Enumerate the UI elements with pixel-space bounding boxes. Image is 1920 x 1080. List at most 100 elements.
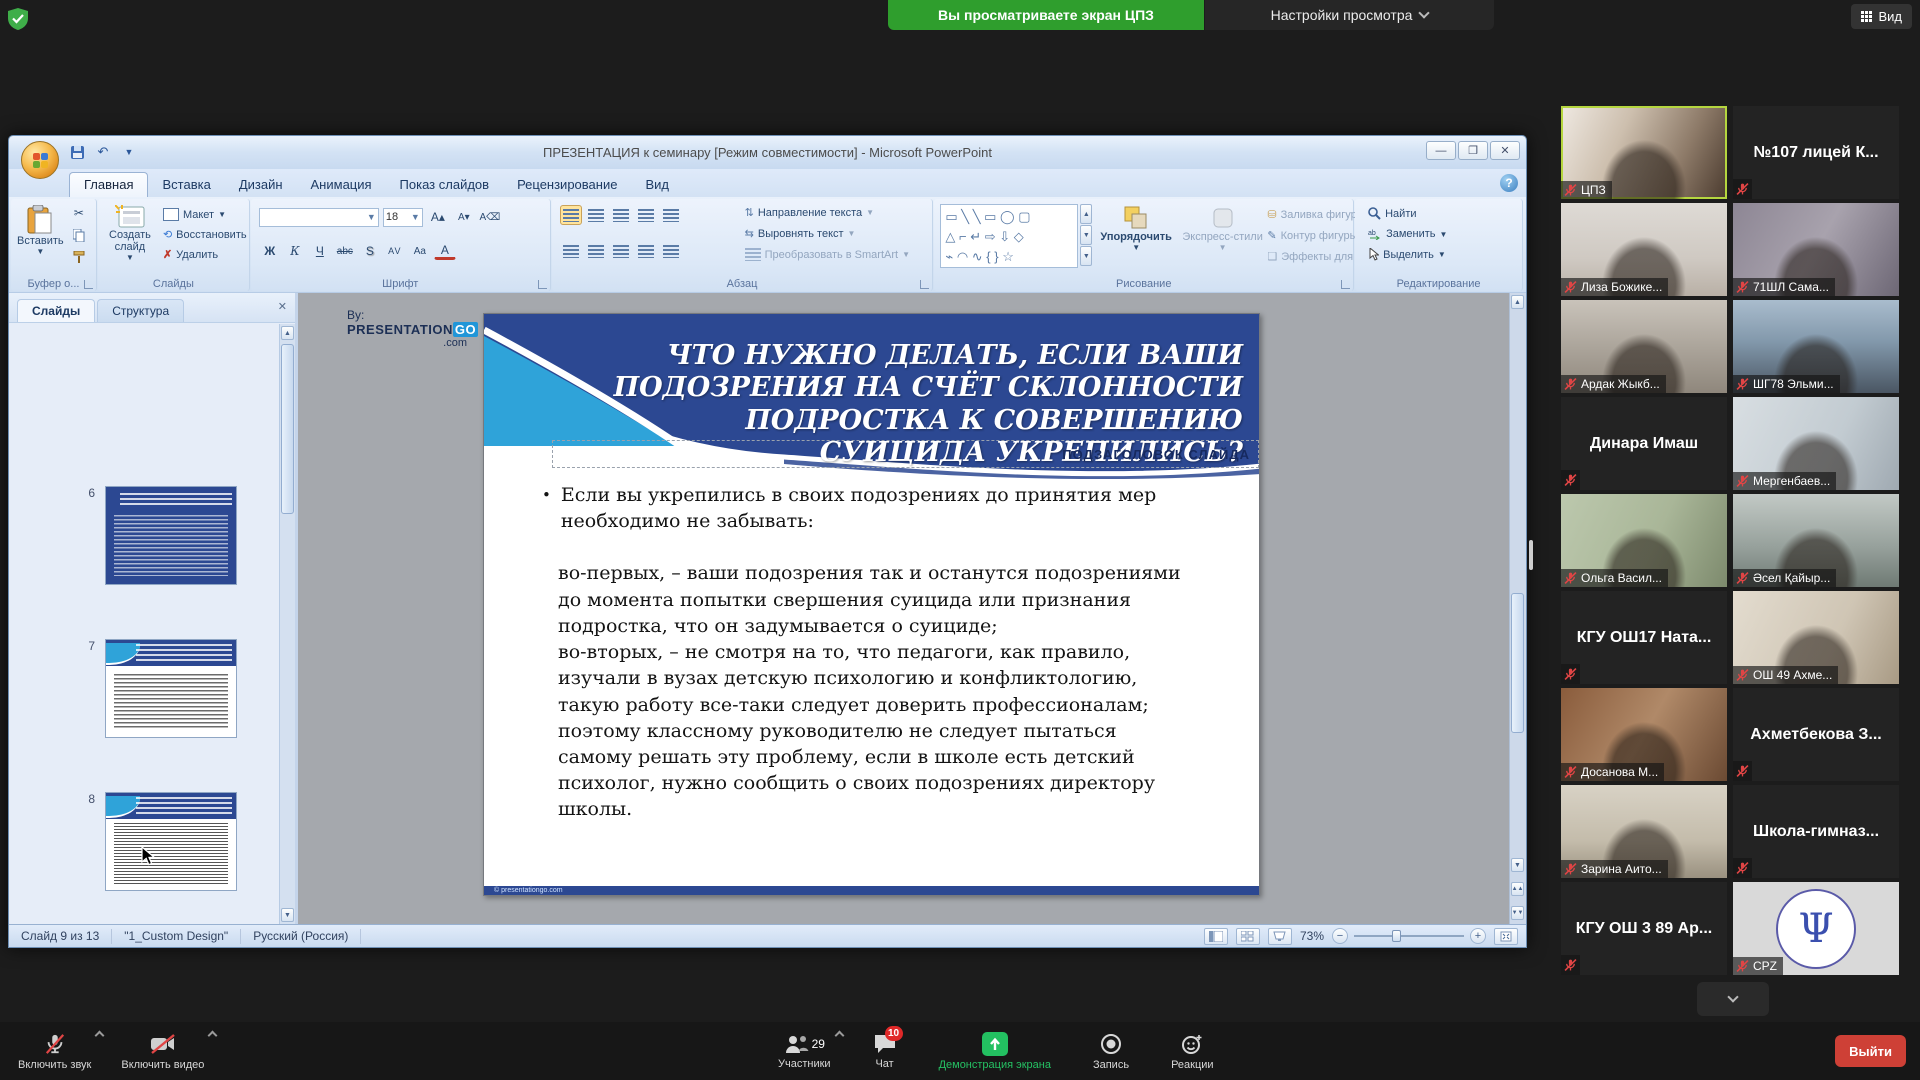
decrease-indent-button[interactable] bbox=[610, 205, 632, 225]
participant-tile[interactable]: Динара Имаш bbox=[1561, 397, 1727, 490]
font-dialog-launcher[interactable] bbox=[538, 280, 547, 289]
slide-thumbnail-7[interactable] bbox=[105, 639, 237, 738]
view-button[interactable]: Вид bbox=[1851, 4, 1912, 29]
participant-tile[interactable]: Мергенбаев... bbox=[1733, 397, 1899, 490]
participant-tile[interactable]: Лиза Божике... bbox=[1561, 203, 1727, 296]
panel-resize-handle[interactable] bbox=[1529, 540, 1533, 570]
find-button[interactable]: Найти bbox=[1365, 206, 1450, 221]
undo-button[interactable]: ↶ bbox=[93, 142, 113, 162]
slide-canvas[interactable]: ЧТО НУЖНО ДЕЛАТЬ, ЕСЛИ ВАШИ ПОДОЗРЕНИЯ Н… bbox=[483, 313, 1260, 896]
tab-pokaz-slaydov[interactable]: Показ слайдов bbox=[386, 173, 504, 197]
layout-button[interactable]: Макет▼ bbox=[160, 207, 250, 222]
scrollbar-thumb[interactable] bbox=[1511, 593, 1524, 733]
participant-tile[interactable]: Ахметбекова З... bbox=[1733, 688, 1899, 781]
tab-outline-pane[interactable]: Структура bbox=[97, 299, 184, 322]
font-name-combo[interactable]: ▼ bbox=[259, 208, 379, 227]
drawing-dialog-launcher[interactable] bbox=[1341, 280, 1350, 289]
line-spacing-button[interactable] bbox=[660, 205, 682, 225]
qat-customize-button[interactable]: ▼ bbox=[119, 142, 139, 162]
replace-button[interactable]: ab Заменить▼ bbox=[1365, 227, 1450, 241]
increase-indent-button[interactable] bbox=[635, 205, 657, 225]
zoom-out-icon[interactable]: − bbox=[1332, 928, 1348, 944]
quick-styles-button[interactable]: Экспресс-стили ▼ bbox=[1182, 205, 1262, 252]
slide-sorter-button[interactable] bbox=[1236, 928, 1260, 945]
record-button[interactable]: Запись bbox=[1085, 1022, 1137, 1080]
audio-options-chevron[interactable] bbox=[95, 1031, 105, 1041]
restore-button[interactable]: ❐ bbox=[1458, 141, 1488, 160]
align-right-button[interactable] bbox=[610, 241, 632, 261]
next-slide-button[interactable]: ▼▼ bbox=[1511, 906, 1524, 920]
minimize-button[interactable]: — bbox=[1426, 141, 1456, 160]
delete-slide-button[interactable]: ✗Удалить bbox=[160, 247, 250, 262]
arrange-button[interactable]: Упорядочить ▼ bbox=[1100, 205, 1172, 252]
show-more-participants-button[interactable] bbox=[1697, 982, 1769, 1016]
editor-scrollbar[interactable]: ▲ ▼ ▲▲ ▼▼ bbox=[1509, 293, 1526, 924]
tab-dizayn[interactable]: Дизайн bbox=[225, 173, 297, 197]
ppt-titlebar[interactable]: ПРЕЗЕНТАЦИЯ к семинару [Режим совместимо… bbox=[9, 136, 1526, 169]
select-button[interactable]: Выделить▼ bbox=[1365, 247, 1450, 262]
scroll-up-icon[interactable]: ▲ bbox=[1511, 295, 1524, 309]
participant-tile[interactable]: Досанова М... bbox=[1561, 688, 1727, 781]
format-painter-button[interactable] bbox=[68, 247, 90, 267]
scroll-down-icon[interactable]: ▼ bbox=[281, 908, 294, 922]
chat-button[interactable]: Чат 10 bbox=[865, 1022, 905, 1080]
slide-thumbnail-6[interactable] bbox=[105, 486, 237, 585]
participant-tile[interactable]: ШГ78 Эльми... bbox=[1733, 300, 1899, 393]
tab-glavnaya[interactable]: Главная bbox=[69, 172, 148, 197]
paste-button[interactable]: Вставить ▼ bbox=[17, 205, 64, 256]
tab-vid[interactable]: Вид bbox=[631, 173, 683, 197]
participant-tile[interactable]: ΨCPZ bbox=[1733, 882, 1899, 975]
tab-vstavka[interactable]: Вставка bbox=[148, 173, 224, 197]
text-shadow-button[interactable]: S bbox=[359, 241, 381, 261]
participant-tile[interactable]: Әсел Қайыр... bbox=[1733, 494, 1899, 587]
clear-formatting-button[interactable]: A⌫ bbox=[479, 207, 501, 227]
participant-tile[interactable]: №107 лицей К... bbox=[1733, 106, 1899, 199]
tab-retsenzirovanie[interactable]: Рецензирование bbox=[503, 173, 631, 197]
participant-tile[interactable]: КГУ ОШ 3 89 Ар... bbox=[1561, 882, 1727, 975]
align-center-button[interactable] bbox=[585, 241, 607, 261]
cut-button[interactable]: ✂ bbox=[68, 203, 90, 223]
participants-button[interactable]: 29 Участники bbox=[770, 1022, 839, 1080]
shrink-font-button[interactable]: A▾ bbox=[453, 207, 475, 227]
participant-tile[interactable]: Школа-гимназ... bbox=[1733, 785, 1899, 878]
scrollbar-thumb[interactable] bbox=[281, 344, 294, 514]
smartart-button[interactable]: Преобразовать в SmartArt▼ bbox=[742, 247, 913, 262]
participant-tile[interactable]: КГУ ОШ17 Ната... bbox=[1561, 591, 1727, 684]
reactions-button[interactable]: Реакции bbox=[1163, 1022, 1222, 1080]
align-text-button[interactable]: ⇆Выровнять текст▼ bbox=[742, 226, 913, 241]
participant-tile[interactable]: Ардак Жыкб... bbox=[1561, 300, 1727, 393]
save-button[interactable] bbox=[67, 142, 87, 162]
subtitle-placeholder[interactable]: ПОДЗАГОЛОВОК СЛАЙДА bbox=[552, 440, 1259, 468]
participant-tile[interactable]: ЦПЗ bbox=[1561, 106, 1727, 199]
font-size-combo[interactable]: 18▼ bbox=[383, 208, 423, 227]
underline-button[interactable]: Ч bbox=[309, 241, 331, 261]
new-slide-button[interactable]: Создать слайд▼ bbox=[102, 205, 158, 262]
reset-slide-button[interactable]: ⟲Восстановить bbox=[160, 227, 250, 242]
help-button[interactable]: ? bbox=[1500, 174, 1518, 192]
align-left-button[interactable] bbox=[560, 241, 582, 261]
video-options-chevron[interactable] bbox=[208, 1031, 218, 1041]
tab-slides-pane[interactable]: Слайды bbox=[17, 299, 95, 322]
previous-slide-button[interactable]: ▲▲ bbox=[1511, 882, 1524, 896]
bullets-button[interactable] bbox=[560, 205, 582, 225]
change-case-button[interactable]: Aa bbox=[409, 241, 431, 261]
slide-thumbnail-8[interactable] bbox=[105, 792, 237, 891]
shapes-scroll-down[interactable]: ▼ bbox=[1080, 225, 1092, 245]
zoom-slider[interactable]: − + bbox=[1332, 928, 1486, 944]
justify-button[interactable] bbox=[635, 241, 657, 261]
scroll-up-icon[interactable]: ▲ bbox=[281, 326, 294, 340]
shapes-more-button[interactable]: ▼ bbox=[1080, 246, 1092, 266]
tab-animatsiya[interactable]: Анимация bbox=[297, 173, 386, 197]
character-spacing-button[interactable]: AV bbox=[384, 241, 406, 261]
zoom-percent[interactable]: 73% bbox=[1300, 929, 1324, 943]
language-indicator[interactable]: Русский (Россия) bbox=[241, 929, 361, 944]
normal-view-button[interactable] bbox=[1204, 928, 1228, 945]
participant-tile[interactable]: Зарина Аито... bbox=[1561, 785, 1727, 878]
zoom-in-icon[interactable]: + bbox=[1470, 928, 1486, 944]
font-color-button[interactable]: A bbox=[434, 243, 456, 260]
shape-gallery[interactable]: ▭ ╲ ╲ ▭ ◯ ▢ △ ⌐ ↵ ⇨ ⇩ ◇ ⌁ ◠ ∿ { } ☆ bbox=[940, 204, 1078, 268]
grow-font-button[interactable]: A▴ bbox=[427, 207, 449, 227]
start-video-button[interactable]: Включить видео bbox=[113, 1022, 212, 1080]
italic-button[interactable]: К bbox=[284, 241, 306, 261]
slide-body-text[interactable]: • Если вы укрепились в своих подозрениях… bbox=[542, 482, 1189, 823]
